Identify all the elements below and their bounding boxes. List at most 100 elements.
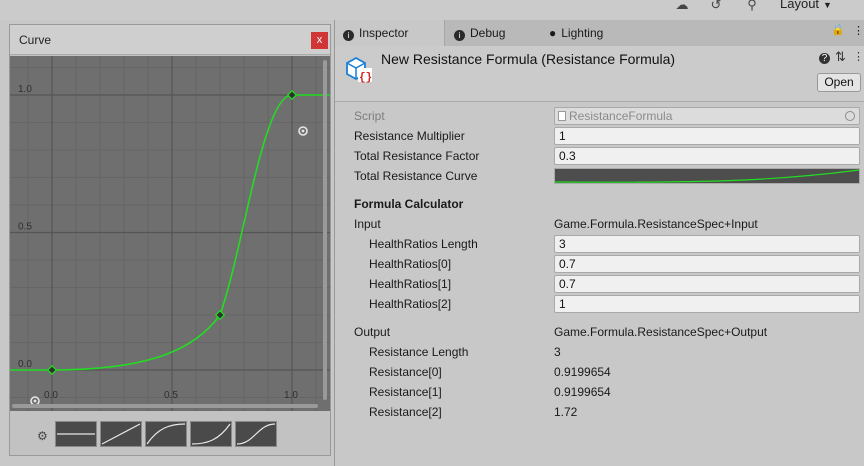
curve-window-title: Curve	[19, 33, 52, 47]
total-resistance-factor-row: Total Resistance Factor 0.3	[335, 146, 864, 166]
tab-lighting[interactable]: ● Lighting	[547, 20, 603, 46]
inspector-panel: i Inspector i Debug ● Lighting 🔒 ⋮ {} New R…	[334, 20, 864, 466]
script-label: Script	[354, 109, 385, 123]
resistance-length-value: 3	[554, 345, 561, 359]
tangent-gear-icon-right[interactable]	[298, 126, 308, 136]
top-toolbar: ☁ ↺ ⚲ Layout ▼	[0, 0, 864, 20]
x-tick-label: 0.0	[44, 390, 58, 401]
resistance-value: 0.9199654	[554, 365, 611, 379]
tangent-gear-icon-left[interactable]	[30, 396, 40, 406]
input-type: Game.Formula.ResistanceSpec+Input	[554, 217, 758, 231]
inspector-header: {} New Resistance Formula (Resistance Fo…	[335, 46, 864, 102]
curve-graph-svg[interactable]: 0.0 0.5 1.0 1.0 0.5 0.0	[10, 56, 330, 411]
formula-calculator-heading: Formula Calculator	[354, 197, 464, 211]
preset-linear[interactable]	[100, 421, 142, 447]
health-ratio-field[interactable]: 0.7	[554, 255, 860, 273]
preset-flat[interactable]	[55, 421, 97, 447]
more-menu-icon[interactable]: ⋮	[853, 24, 864, 37]
layout-dropdown[interactable]: Layout ▼	[780, 0, 832, 12]
resistance-value: 0.9199654	[554, 385, 611, 399]
formula-calculator-heading-row: Formula Calculator	[335, 194, 864, 214]
preset-ease-in-out[interactable]	[235, 421, 277, 447]
resistance-multiplier-row: Resistance Multiplier 1	[335, 126, 864, 146]
curve-thumbnail	[554, 169, 860, 183]
preset-ease-in[interactable]	[190, 421, 232, 447]
total-resistance-curve-field[interactable]	[554, 168, 860, 184]
total-resistance-factor-field[interactable]: 0.3	[554, 147, 860, 165]
tab-label: Lighting	[561, 26, 604, 40]
health-ratio-field[interactable]: 1	[554, 295, 860, 313]
health-ratios-length-label: HealthRatios Length	[369, 237, 478, 251]
preset-settings-icon[interactable]: ⇅	[835, 49, 846, 65]
health-ratio-label: HealthRatios[1]	[369, 277, 452, 291]
health-ratio-field[interactable]: 0.7	[554, 275, 860, 293]
resistance-row: Resistance[2] 1.72	[335, 402, 864, 422]
layout-label: Layout	[780, 0, 820, 11]
object-picker-icon[interactable]	[845, 111, 855, 121]
object-title: New Resistance Formula (Resistance Formu…	[381, 51, 676, 67]
cloud-account-icon[interactable]: ☁	[672, 0, 692, 16]
resistance-multiplier-field[interactable]: 1	[554, 127, 860, 145]
open-button[interactable]: Open	[817, 73, 861, 92]
health-ratio-row: HealthRatios[2] 1	[335, 294, 864, 314]
health-ratios-length-row: HealthRatios Length 3	[335, 234, 864, 254]
x-tick-label: 1.0	[284, 390, 298, 401]
tab-debug[interactable]: i Debug	[452, 20, 505, 46]
resistance-label: Resistance[0]	[369, 365, 442, 379]
total-resistance-factor-label: Total Resistance Factor	[354, 149, 480, 163]
gear-icon[interactable]: ⚙	[37, 429, 48, 443]
search-icon[interactable]: ⚲	[742, 0, 762, 16]
vertical-scrollbar[interactable]	[323, 60, 327, 400]
lightbulb-icon: ●	[549, 26, 557, 40]
tab-label: Debug	[470, 26, 506, 40]
resistance-row: Resistance[0] 0.9199654	[335, 362, 864, 382]
more-menu-icon[interactable]: ⋮	[853, 50, 864, 63]
health-ratio-row: HealthRatios[0] 0.7	[335, 254, 864, 274]
health-ratio-label: HealthRatios[0]	[369, 257, 452, 271]
output-type: Game.Formula.ResistanceSpec+Output	[554, 325, 768, 339]
history-icon[interactable]: ↺	[706, 0, 726, 16]
output-row: Output Game.Formula.ResistanceSpec+Outpu…	[335, 322, 864, 342]
curve-key-point[interactable]	[46, 364, 58, 376]
close-button[interactable]: x	[311, 32, 328, 49]
input-label: Input	[354, 217, 381, 231]
tab-inspector[interactable]: i Inspector	[335, 20, 445, 46]
curve-presets-bar: ⚙	[10, 411, 330, 455]
health-ratios-length-field[interactable]: 3	[554, 235, 860, 253]
resistance-length-label: Resistance Length	[369, 345, 469, 359]
lock-icon[interactable]: 🔒	[831, 23, 845, 36]
tab-bar: i Inspector i Debug ● Lighting 🔒 ⋮	[335, 20, 864, 46]
y-tick-label: 0.5	[18, 222, 32, 233]
total-resistance-curve-row: Total Resistance Curve	[335, 166, 864, 186]
svg-text:{}: {}	[359, 72, 372, 84]
resistance-label: Resistance[1]	[369, 385, 442, 399]
script-value: ResistanceFormula	[569, 109, 673, 123]
script-asset-icon: {}	[346, 56, 372, 84]
help-icon[interactable]: ?	[819, 53, 830, 64]
health-ratio-label: HealthRatios[2]	[369, 297, 452, 311]
output-label: Output	[354, 325, 391, 339]
file-icon	[558, 111, 566, 121]
chevron-down-icon: ▼	[823, 0, 832, 10]
script-field[interactable]: ResistanceFormula	[554, 107, 860, 125]
resistance-length-row: Resistance Length 3	[335, 342, 864, 362]
info-icon: i	[343, 30, 354, 41]
input-row: Input Game.Formula.ResistanceSpec+Input	[335, 214, 864, 234]
curve-window-titlebar[interactable]: Curve x	[10, 25, 330, 55]
health-ratio-row: HealthRatios[1] 0.7	[335, 274, 864, 294]
preset-ease-out[interactable]	[145, 421, 187, 447]
curve-window: Curve x 0.0 0.5 1.0 1.0 0.5 0.0 ⚙	[9, 24, 331, 456]
curve-key-point[interactable]	[286, 89, 298, 101]
tab-label: Inspector	[359, 26, 409, 40]
curve-graph[interactable]: 0.0 0.5 1.0 1.0 0.5 0.0	[10, 56, 330, 411]
resistance-multiplier-label: Resistance Multiplier	[354, 129, 465, 143]
info-icon: i	[454, 30, 465, 41]
resistance-label: Resistance[2]	[369, 405, 442, 419]
x-tick-label: 0.5	[164, 390, 178, 401]
y-tick-label: 0.0	[18, 359, 32, 370]
horizontal-scrollbar[interactable]	[12, 404, 318, 408]
total-resistance-curve-label: Total Resistance Curve	[354, 169, 478, 183]
y-tick-label: 1.0	[18, 84, 32, 95]
script-row: Script ResistanceFormula	[335, 106, 864, 126]
resistance-value: 1.72	[554, 405, 578, 419]
